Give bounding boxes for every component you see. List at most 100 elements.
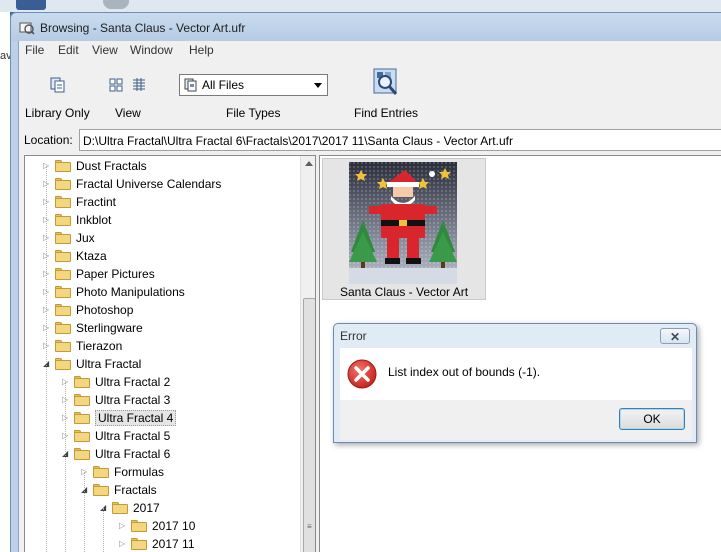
tree-item[interactable]: ▷ Fractint xyxy=(25,193,295,211)
tree-item-label: 2017 11 xyxy=(152,537,195,551)
tree-guide-line xyxy=(46,166,47,552)
tree-item[interactable]: ▷ Photo Manipulations xyxy=(25,283,295,301)
folder-icon xyxy=(74,394,90,406)
library-only-icon[interactable] xyxy=(50,77,66,93)
tree-item[interactable]: ▷ Ktaza xyxy=(25,247,295,265)
library-only-label[interactable]: Library Only xyxy=(25,106,90,120)
fractal-thumbnail-item[interactable]: Santa Claus - Vector Art xyxy=(322,158,486,300)
tree-item-label: Fractal Universe Calendars xyxy=(76,177,222,191)
tree-item-label: Ultra Fractal 4 xyxy=(95,410,177,426)
folder-body-shape xyxy=(112,504,128,514)
window-title: Browsing - Santa Claus - Vector Art.ufr xyxy=(40,21,246,35)
title-bar[interactable]: Browsing - Santa Claus - Vector Art.ufr xyxy=(11,13,721,41)
find-entries-icon[interactable] xyxy=(372,67,400,97)
dialog-footer: OK xyxy=(340,400,692,440)
scrollbar-thumb[interactable]: ≡ xyxy=(303,298,315,552)
file-types-icon xyxy=(184,78,197,92)
folder-icon xyxy=(74,376,90,388)
scroll-up-arrow-icon[interactable] xyxy=(305,161,313,166)
tree-item-label: Ultra Fractal 6 xyxy=(95,447,171,461)
dialog-body: List index out of bounds (-1). xyxy=(340,348,692,400)
folder-body-shape xyxy=(131,522,147,532)
menu-help[interactable]: Help xyxy=(189,43,214,57)
desktop-app-icon[interactable] xyxy=(16,0,46,10)
ok-button[interactable]: OK xyxy=(619,408,685,430)
tree-item-label: Fractals xyxy=(114,483,157,497)
location-field[interactable]: D:\Ultra Fractal\Ultra Fractal 6\Fractal… xyxy=(79,129,721,151)
tree-item-label: Inkblot xyxy=(76,213,112,227)
desktop-strip xyxy=(0,0,721,12)
tree-item-label: Ultra Fractal 2 xyxy=(95,375,171,389)
folder-body-shape xyxy=(55,360,71,370)
view-label[interactable]: View xyxy=(115,106,141,120)
tree-item[interactable]: ▷ Tierazon xyxy=(25,337,295,355)
desktop-left-edge: av xyxy=(0,12,12,552)
tree-item[interactable]: ▷ Photoshop xyxy=(25,301,295,319)
tree-item-label: 2017 xyxy=(133,501,160,515)
folder-icon xyxy=(55,250,71,262)
file-types-dropdown[interactable]: All Files xyxy=(179,74,328,96)
find-entries-label[interactable]: Find Entries xyxy=(354,106,418,120)
tree-item-label: Photo Manipulations xyxy=(76,285,185,299)
menu-window[interactable]: Window xyxy=(130,43,173,57)
file-types-value: All Files xyxy=(202,78,245,92)
menu-edit[interactable]: Edit xyxy=(58,43,79,57)
folder-icon xyxy=(112,502,128,514)
folder-icon xyxy=(55,232,71,244)
folder-icon xyxy=(55,340,71,352)
tree-item[interactable]: ▷ Jux xyxy=(25,229,295,247)
tree-scrollbar[interactable]: ≡ xyxy=(300,156,315,552)
tree-item-label: Ultra Fractal 5 xyxy=(95,429,171,443)
view-thumbnails-icon[interactable] xyxy=(109,78,123,92)
folder-icon xyxy=(131,538,147,550)
folder-body-shape xyxy=(74,378,90,388)
thumbnail-caption: Santa Claus - Vector Art xyxy=(339,285,469,299)
tree-item-label: Paper Pictures xyxy=(76,267,155,281)
error-icon xyxy=(347,359,377,389)
tree-item[interactable]: ▷ Sterlingware xyxy=(25,319,295,337)
tree-item[interactable]: ◢ Ultra Fractal xyxy=(25,355,295,373)
dialog-title: Error xyxy=(340,329,367,343)
location-label: Location: xyxy=(24,133,73,147)
menu-file[interactable]: File xyxy=(25,43,44,57)
folder-icon xyxy=(55,268,71,280)
folder-body-shape xyxy=(55,162,71,172)
folder-body-shape xyxy=(55,342,71,352)
folder-body-shape xyxy=(55,180,71,190)
folder-icon xyxy=(55,304,71,316)
folder-icon xyxy=(55,196,71,208)
folder-body-shape xyxy=(74,414,90,424)
tree-item-label: Sterlingware xyxy=(76,321,143,335)
tree-item-label: Ultra Fractal 3 xyxy=(95,393,171,407)
folder-body-shape xyxy=(55,198,71,208)
folder-body-shape xyxy=(74,396,90,406)
desktop-user-icon[interactable] xyxy=(103,0,129,9)
menu-bar: File Edit View Window Help xyxy=(19,41,721,61)
tree-item[interactable]: ▷ Dust Fractals xyxy=(25,157,295,175)
error-dialog: Error ✕ List index out of bounds (-1). O… xyxy=(333,323,697,443)
dialog-close-button[interactable]: ✕ xyxy=(660,328,690,344)
folder-body-shape xyxy=(131,540,147,550)
view-list-icon[interactable] xyxy=(132,78,146,92)
folder-icon xyxy=(55,358,71,370)
folder-icon xyxy=(93,484,109,496)
tree-item[interactable]: ▷ Paper Pictures xyxy=(25,265,295,283)
folder-icon xyxy=(131,520,147,532)
menu-view[interactable]: View xyxy=(92,43,118,57)
tree-item-label: Dust Fractals xyxy=(76,159,147,173)
folder-body-shape xyxy=(55,306,71,316)
tree-item[interactable]: ▷ Fractal Universe Calendars xyxy=(25,175,295,193)
folder-icon xyxy=(55,322,71,334)
folder-icon xyxy=(55,286,71,298)
tree-item-label: Ktaza xyxy=(76,249,107,263)
tree-item-label: 2017 10 xyxy=(152,519,196,533)
folder-body-shape xyxy=(93,486,109,496)
folder-body-shape xyxy=(74,432,90,442)
collapsed-arrow-icon[interactable]: ▷ xyxy=(119,521,125,530)
tree-item[interactable]: ▷ Inkblot xyxy=(25,211,295,229)
tree-item-label: Photoshop xyxy=(76,303,134,317)
window-client-area: File Edit View Window Help All Files Lib… xyxy=(18,41,721,552)
grip-icon: ≡ xyxy=(307,522,312,531)
folder-body-shape xyxy=(55,324,71,334)
collapsed-arrow-icon[interactable]: ▷ xyxy=(119,539,125,548)
